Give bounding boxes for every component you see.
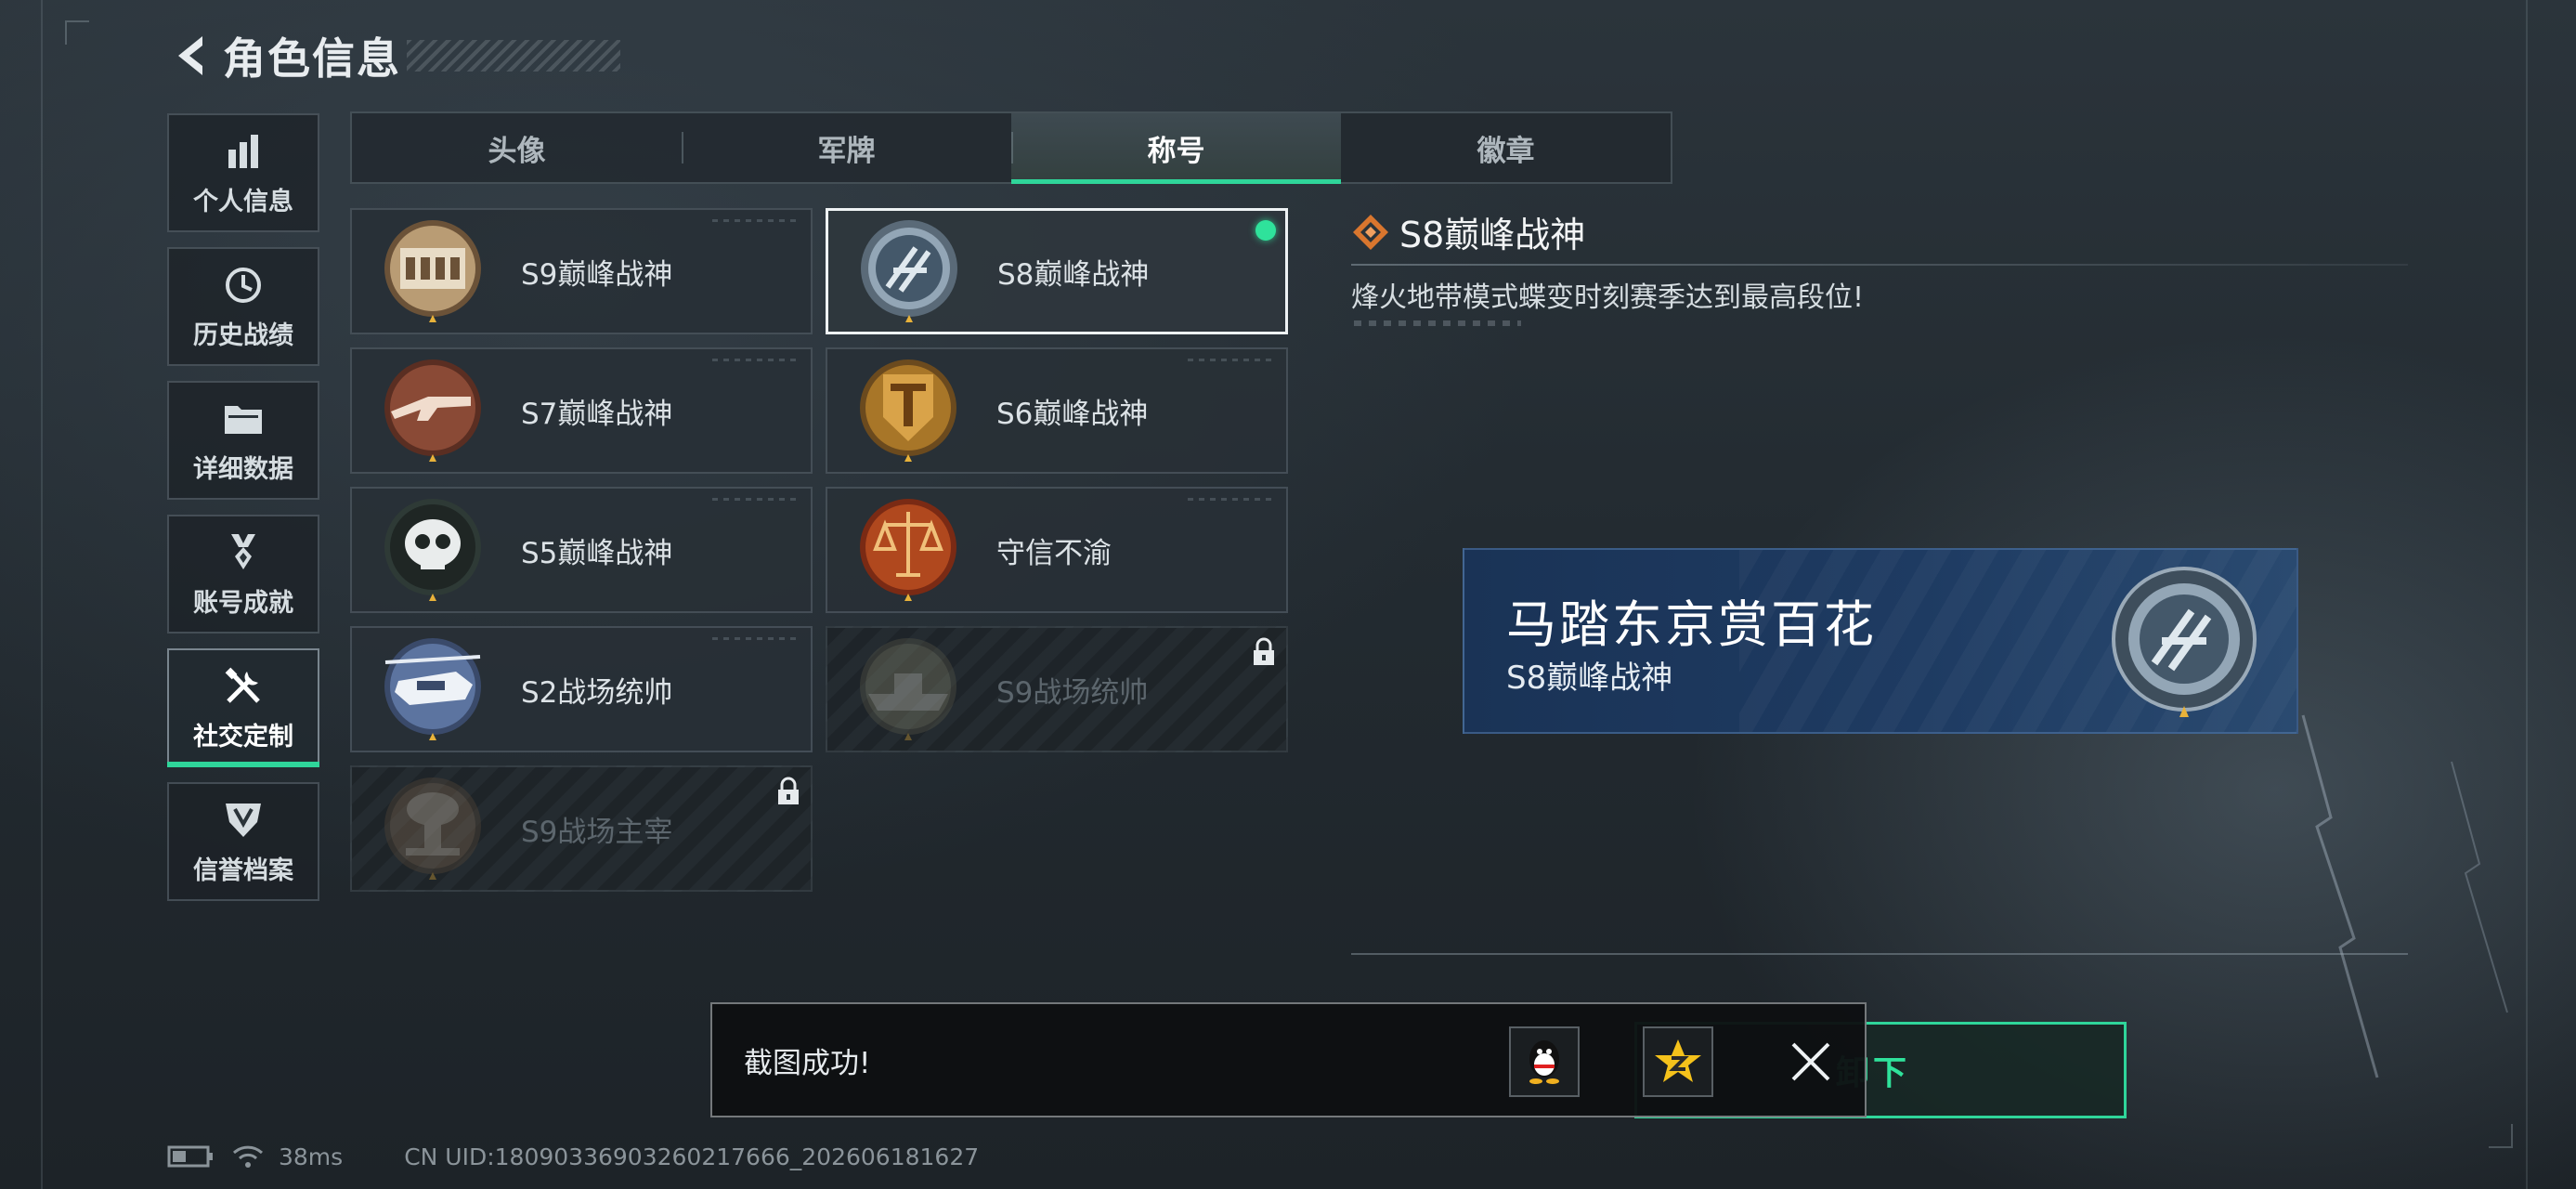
tab-dog-tag[interactable]: 军牌: [682, 113, 1011, 182]
title-card-label: S7巅峰战神: [521, 397, 673, 431]
divider: [1351, 264, 2408, 266]
equipped-indicator: [1255, 220, 1276, 241]
card-decoration: [712, 219, 796, 222]
title-card-locked[interactable]: S9战场主宰: [350, 765, 813, 892]
card-decoration: [712, 637, 796, 640]
tools-icon: [221, 664, 266, 709]
hud-corner: [65, 20, 89, 45]
page-header: 角色信息: [165, 20, 620, 91]
title-card-label: S5巅峰战神: [521, 536, 673, 570]
detail-description: 烽火地带模式蝶变时刻赛季达到最高段位!: [1351, 281, 1865, 314]
wifi-icon: [232, 1145, 264, 1168]
close-icon[interactable]: [1776, 1026, 1846, 1097]
sidebar-item-social-custom[interactable]: 社交定制: [167, 648, 319, 767]
title-card-label: S9战场统帅: [996, 675, 1149, 710]
clock-icon: [221, 263, 266, 307]
share-qzone-button[interactable]: [1643, 1026, 1713, 1097]
slash-disc-emblem-icon: [2112, 567, 2257, 717]
sidebar-item-label: 账号成就: [193, 588, 293, 618]
title-card-selected[interactable]: S8巅峰战神: [826, 208, 1288, 334]
category-tabs: 头像 军牌 称号 徽章: [350, 111, 1672, 184]
medal-icon: [221, 530, 266, 575]
title-card-locked[interactable]: S9战场统帅: [826, 626, 1288, 752]
sidebar-item-achievements[interactable]: 账号成就: [167, 515, 319, 634]
sidebar-item-history[interactable]: 历史战绩: [167, 247, 319, 366]
sidebar-item-credit-record[interactable]: 信誉档案: [167, 782, 319, 901]
hud-corner: [2489, 1124, 2513, 1148]
building-emblem-icon: [384, 220, 481, 322]
lock-icon: [1254, 637, 1274, 665]
sidebar: 个人信息 历史战绩 详细数据 账号成就 社交定制 信誉档案: [167, 113, 319, 916]
rifle-emblem-icon: [384, 359, 481, 462]
title-card-label: S2战场统帅: [521, 675, 673, 710]
title-card-label: S9巅峰战神: [521, 257, 673, 292]
title-card[interactable]: S6巅峰战神: [826, 347, 1288, 474]
title-preview-banner: 马踏东京赏百花 S8巅峰战神: [1463, 548, 2298, 734]
hud-frame-line: [41, 0, 43, 1189]
sidebar-item-label: 信誉档案: [193, 856, 293, 885]
title-card-label: S9战场主宰: [521, 815, 673, 849]
detail-header: S8巅峰战神: [1351, 206, 1585, 257]
skull-mask-emblem-icon: [384, 499, 481, 601]
title-card[interactable]: S2战场统帅: [350, 626, 813, 752]
title-hatch-decoration: [407, 40, 620, 72]
card-decoration: [1188, 498, 1271, 501]
title-card-label: S8巅峰战神: [997, 257, 1150, 292]
share-qq-button[interactable]: [1509, 1026, 1580, 1097]
slash-disc-emblem-icon: [861, 220, 957, 322]
sidebar-item-detailed-data[interactable]: 详细数据: [167, 381, 319, 500]
card-decoration: [712, 359, 796, 361]
warship-emblem-icon: [860, 638, 956, 740]
helicopter-emblem-icon: [384, 638, 481, 740]
page-title: 角色信息: [223, 33, 401, 84]
title-card[interactable]: S5巅峰战神: [350, 487, 813, 613]
lock-icon: [778, 777, 799, 804]
toast-message: 截图成功!: [744, 1047, 871, 1080]
title-card-label: 守信不渝: [996, 536, 1112, 570]
player-name: 马踏东京赏百花: [1506, 595, 1877, 654]
title-card[interactable]: 守信不渝: [826, 487, 1288, 613]
mushroom-cloud-emblem-icon: [384, 777, 481, 880]
divider: [1351, 953, 2408, 955]
card-decoration: [712, 498, 796, 501]
qzone-icon: [1655, 1039, 1701, 1082]
latency-readout: 38ms: [279, 1143, 344, 1170]
battery-icon: [167, 1145, 213, 1168]
tab-title[interactable]: 称号: [1011, 113, 1341, 184]
sidebar-item-label: 社交定制: [193, 722, 293, 751]
card-decoration: [1188, 359, 1271, 361]
scales-emblem-icon: [860, 499, 956, 601]
detail-title: S8巅峰战神: [1399, 215, 1586, 255]
user-uid: CN UID:1809033690326021766​6_20260618162…: [404, 1143, 980, 1170]
folder-icon: [221, 397, 266, 441]
sidebar-item-label: 历史战绩: [193, 320, 293, 350]
sidebar-item-personal-info[interactable]: 个人信息: [167, 113, 319, 232]
title-card-label: S6巅峰战神: [996, 397, 1149, 431]
sidebar-item-label: 详细数据: [193, 454, 293, 484]
diamond-badge-icon: [1353, 214, 1388, 250]
sidebar-item-label: 个人信息: [193, 187, 293, 216]
title-card[interactable]: S9巅峰战神: [350, 208, 813, 334]
qq-icon: [1529, 1040, 1559, 1084]
preview-title: S8巅峰战神: [1506, 660, 1673, 697]
t-shield-emblem-icon: [860, 359, 956, 462]
detail-decoration: [1354, 320, 1521, 326]
screenshot-toast: 截图成功!: [710, 1002, 1867, 1117]
tab-avatar[interactable]: 头像: [352, 113, 682, 182]
tab-badge[interactable]: 徽章: [1341, 113, 1671, 182]
bar-chart-icon: [221, 129, 266, 174]
status-bar: 38ms CN UID:1809033690326021766​6_202606…: [167, 1138, 979, 1175]
lightning-decoration: [2301, 714, 2508, 1078]
title-card[interactable]: S7巅峰战神: [350, 347, 813, 474]
shield-icon: [221, 798, 266, 843]
back-arrow-icon[interactable]: [165, 28, 214, 84]
